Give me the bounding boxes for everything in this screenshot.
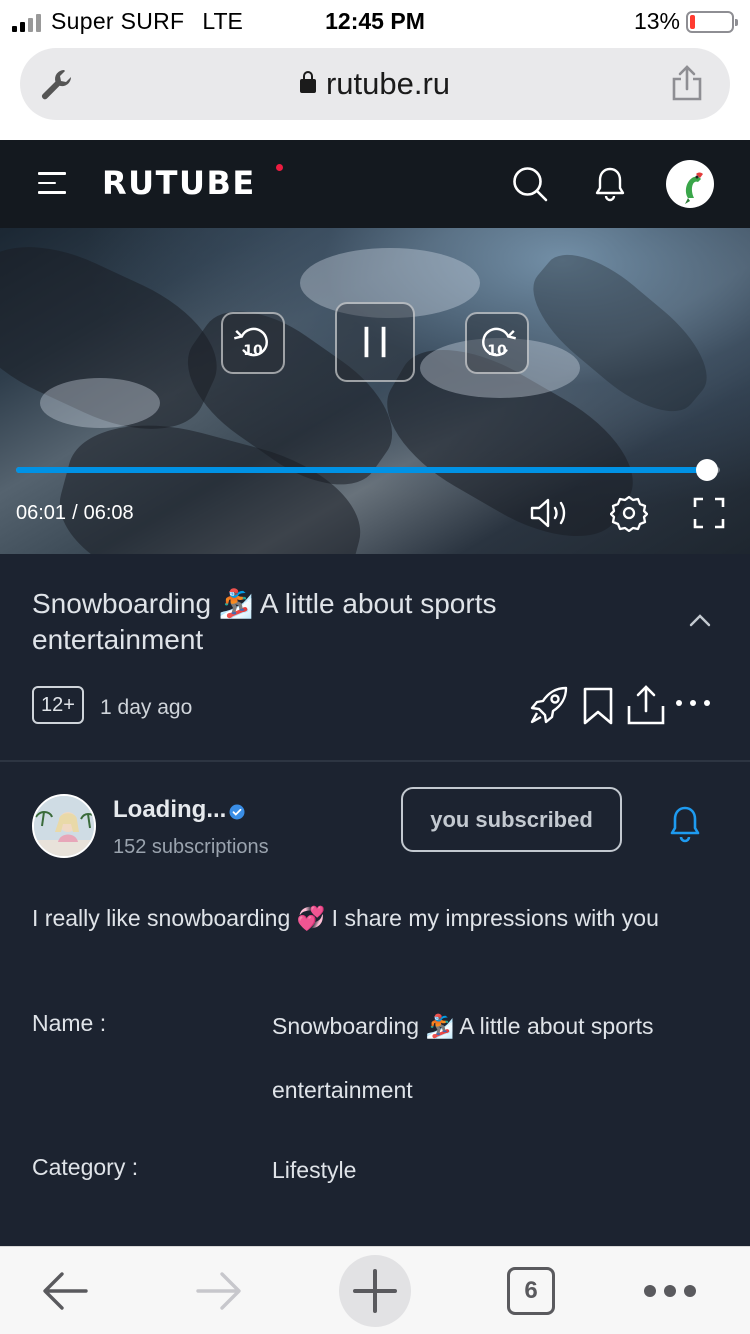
- fullscreen-icon[interactable]: [692, 496, 726, 530]
- pause-button[interactable]: [335, 302, 415, 382]
- channel-avatar[interactable]: [32, 794, 96, 858]
- url-value: rutube.ru: [325, 66, 451, 101]
- progress-fill: [16, 467, 707, 473]
- progress-handle[interactable]: [695, 459, 718, 481]
- subscribed-button[interactable]: you subscribed: [401, 787, 622, 852]
- progress-bar[interactable]: [16, 459, 720, 481]
- video-info: Snowboarding 🏂 A little about sports ent…: [0, 554, 750, 760]
- user-avatar[interactable]: [666, 160, 714, 208]
- video-player[interactable]: 10 10 06:01/06:08: [0, 228, 750, 554]
- verified-icon: [229, 804, 245, 820]
- chevron-up-icon[interactable]: [688, 612, 712, 628]
- browser-toolbar: 6: [0, 1246, 750, 1334]
- forward-arrow-icon[interactable]: [194, 1269, 244, 1313]
- gear-icon[interactable]: [610, 494, 648, 532]
- rewind-icon: 10: [233, 327, 268, 359]
- channel-description: I really like snowboarding 💞 I share my …: [32, 905, 659, 931]
- browser-address-area: rutube.ru: [0, 42, 750, 140]
- duration: 06:08: [83, 502, 134, 524]
- category-value[interactable]: Lifestyle: [272, 1138, 722, 1202]
- lock-icon: [299, 71, 316, 93]
- status-bar: Super SURF LTE 12:45 PM 13%: [0, 0, 750, 42]
- name-value: Snowboarding 🏂 A little about sports ent…: [272, 1013, 654, 1103]
- more-options-icon[interactable]: [676, 700, 712, 710]
- back-arrow-icon[interactable]: [40, 1269, 90, 1313]
- address-bar[interactable]: rutube.ru: [20, 48, 730, 120]
- tabs-button[interactable]: 6: [507, 1267, 555, 1315]
- share-icon[interactable]: [670, 64, 704, 102]
- bookmark-icon[interactable]: [582, 686, 614, 726]
- url-text[interactable]: rutube.ru: [20, 66, 730, 102]
- publish-date: 1 day ago: [100, 696, 193, 719]
- rutube-logo[interactable]: RUTUBE: [102, 164, 256, 202]
- logo-dot: [276, 164, 283, 171]
- site-header: RUTUBE: [0, 140, 750, 228]
- time-display: 06:01/06:08: [16, 502, 134, 525]
- pause-icon: [364, 326, 386, 358]
- age-rating-badge: 12+: [32, 686, 84, 724]
- video-title: Snowboarding 🏂 A little about sports ent…: [32, 588, 497, 655]
- bell-icon[interactable]: [594, 166, 626, 202]
- forward-icon: 10: [482, 327, 517, 359]
- battery-percent: 13%: [633, 8, 680, 34]
- channel-section: Loading... 152 subscriptions you subscri…: [0, 762, 750, 1246]
- volume-icon[interactable]: [528, 496, 570, 530]
- battery-icon: [686, 10, 738, 33]
- plus-icon: [353, 1269, 397, 1313]
- share-video-icon[interactable]: [626, 684, 666, 726]
- rewind-10-button[interactable]: 10: [221, 312, 285, 374]
- forward-10-button[interactable]: 10: [465, 312, 529, 374]
- time-separator: /: [72, 502, 78, 524]
- category-label: Category :: [32, 1154, 139, 1180]
- parrot-icon: [685, 172, 703, 204]
- notification-bell-icon[interactable]: [668, 804, 702, 844]
- browser-menu-icon[interactable]: [644, 1285, 696, 1297]
- channel-name[interactable]: Loading...: [113, 796, 226, 824]
- forward-seconds: 10: [487, 343, 507, 359]
- rewind-seconds: 10: [243, 343, 263, 359]
- subscriptions-count: 152 subscriptions: [113, 836, 269, 858]
- search-icon[interactable]: [512, 166, 548, 202]
- channel-photo: [34, 796, 94, 856]
- rocket-icon[interactable]: [528, 684, 570, 726]
- menu-icon[interactable]: [38, 172, 66, 196]
- new-tab-button[interactable]: [339, 1255, 411, 1327]
- name-label: Name :: [32, 1010, 107, 1036]
- current-time: 06:01: [16, 502, 67, 524]
